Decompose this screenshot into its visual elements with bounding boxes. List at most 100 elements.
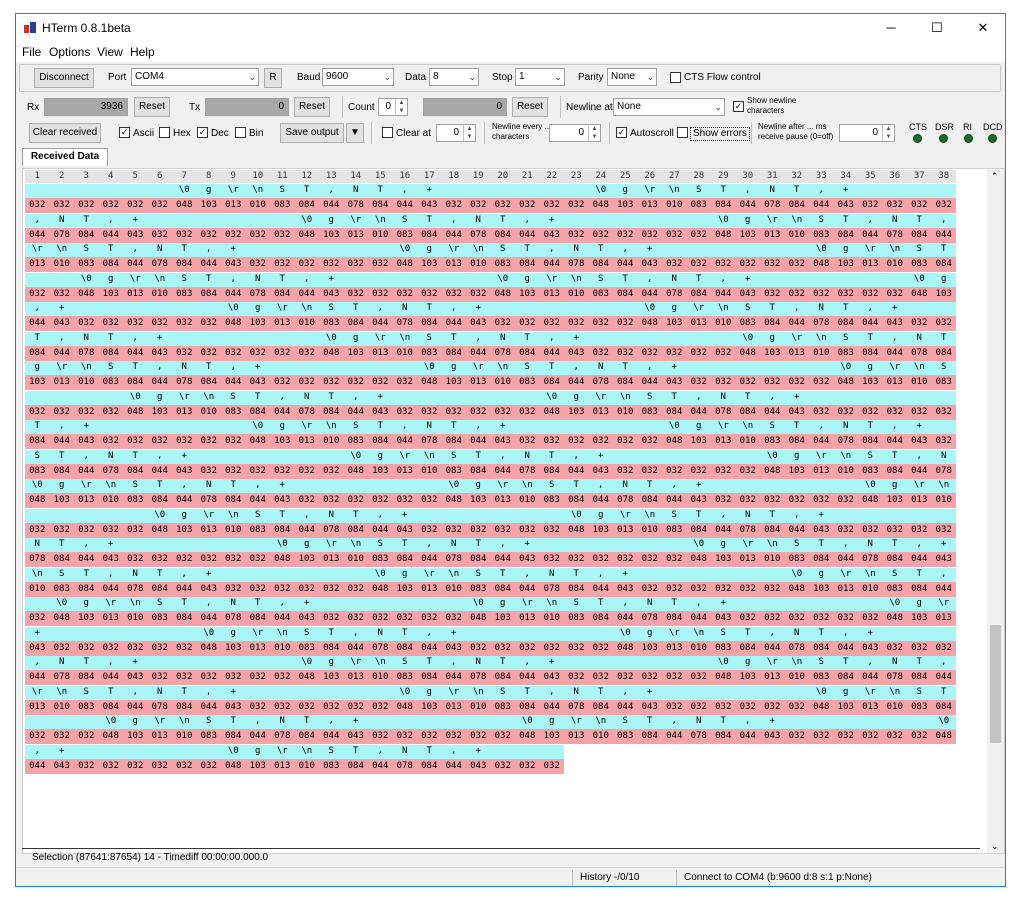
dec-cell: 103 — [470, 495, 487, 505]
dcd-signal-label: DCD — [983, 122, 1003, 132]
dec-cell: 032 — [935, 436, 952, 446]
dec-cell: 084 — [519, 259, 536, 269]
ascii-cell: T — [500, 214, 506, 225]
dec-cell: 013 — [568, 731, 585, 741]
newline-every-spinner[interactable]: 0 ▲ ▼ — [549, 124, 601, 142]
ascii-cell: \0 — [815, 244, 827, 254]
separator — [560, 96, 561, 118]
ascii-cell: S — [377, 539, 383, 549]
autoscroll-checkbox[interactable]: ✓ — [616, 127, 627, 138]
cts-flow-checkbox[interactable] — [670, 72, 681, 83]
scrollbar-thumb[interactable] — [990, 625, 1001, 743]
received-data-view[interactable]: 1 2 3 4 5 6 7 8 9 10 11 12 13 14 15 16 17 18 19 20 21 22 23 24 2… — [22, 168, 1005, 854]
dec-cell: 032 — [372, 259, 389, 269]
save-output-dropdown-icon[interactable]: ▼ — [346, 123, 364, 143]
data-bits-select[interactable]: 8 ⌄ — [429, 68, 479, 86]
ascii-cell: T — [549, 362, 555, 372]
ascii-cell — [760, 597, 785, 610]
ascii-cell — [613, 420, 638, 433]
dec-cell: 103 — [715, 554, 732, 564]
stop-bits-select[interactable]: 1 ⌄ — [515, 68, 565, 86]
menu-help[interactable]: Help — [130, 45, 155, 59]
ascii-cell — [613, 656, 638, 669]
dec-cell: 032 — [543, 524, 560, 535]
dec-cell: 078 — [29, 554, 46, 564]
dec-cell: 032 — [323, 259, 340, 269]
dec-cell: 044 — [617, 701, 634, 712]
ascii-cell: \0 — [399, 686, 411, 697]
dec-cell: 083 — [568, 613, 585, 623]
ascii-cell — [858, 273, 883, 286]
hex-checkbox[interactable] — [159, 127, 170, 138]
dec-cell: 103 — [543, 731, 560, 741]
scroll-down-icon[interactable]: ⌄ — [991, 841, 999, 852]
dec-cell: 013 — [886, 377, 903, 387]
ascii-cell: g — [573, 391, 579, 402]
show-newline-checkbox[interactable]: ✓ — [733, 101, 744, 112]
ascii-cell — [491, 302, 516, 315]
ascii-cell: S — [83, 686, 89, 697]
clear-at-spinner[interactable]: 0 ▲ ▼ — [436, 124, 476, 142]
clear-received-button[interactable]: Clear received — [29, 123, 101, 143]
parity-select[interactable]: None ⌄ — [607, 68, 657, 86]
dec-cell: 044 — [470, 347, 487, 358]
dec-cell: 032 — [200, 672, 217, 682]
dec-cell: 044 — [739, 200, 756, 210]
newline-after-spinner[interactable]: 0 ▲ ▼ — [839, 124, 895, 142]
ascii-cell: S — [34, 450, 40, 461]
dec-cell: 032 — [396, 731, 413, 741]
chevron-down-icon: ⌄ — [714, 102, 722, 112]
dec-cell: 103 — [298, 554, 315, 564]
dec-cell: 032 — [666, 701, 683, 712]
ascii-cell: , — [867, 214, 873, 225]
count-reset-button[interactable]: Reset — [512, 97, 548, 117]
ascii-cell — [932, 391, 957, 404]
dec-cell: 032 — [715, 495, 732, 505]
menu-view[interactable]: View — [97, 45, 123, 59]
dec-cell: 010 — [617, 406, 634, 417]
ascii-cell — [295, 243, 320, 256]
dec-cell: 043 — [53, 318, 70, 328]
ascii-cell: \r — [301, 421, 313, 431]
ascii-cell: N — [696, 716, 702, 726]
ascii-cell: T — [328, 391, 334, 402]
show-errors-checkbox[interactable] — [677, 127, 688, 138]
scroll-up-icon[interactable]: ⌃ — [991, 171, 999, 182]
maximize-icon[interactable]: ☐ — [914, 14, 960, 42]
ascii-cell — [270, 214, 295, 227]
newline-at-select[interactable]: None ⌄ — [613, 98, 725, 116]
menu-file[interactable]: File — [22, 45, 41, 59]
ascii-checkbox[interactable]: ✓ — [119, 127, 130, 138]
dec-cell: 103 — [421, 701, 438, 712]
ascii-cell: , — [230, 362, 236, 372]
ascii-cell: \r — [497, 480, 509, 490]
tab-received-data[interactable]: Received Data — [22, 148, 108, 166]
disconnect-button[interactable]: Disconnect — [34, 68, 94, 88]
rx-reset-button[interactable]: Reset — [134, 97, 170, 117]
dec-cell: 013 — [543, 288, 560, 299]
dcd-led-icon — [988, 134, 997, 143]
refresh-ports-button[interactable]: R — [264, 68, 282, 88]
port-select[interactable]: COM4 ⌄ — [131, 68, 259, 86]
clear-at-checkbox[interactable] — [382, 127, 393, 138]
newline-after-value: 0 — [872, 127, 878, 138]
dec-cell: 084 — [421, 672, 438, 682]
ascii-cell: T — [916, 568, 922, 579]
ascii-cell: , — [451, 303, 457, 313]
bin-checkbox[interactable] — [235, 127, 246, 138]
dec-checkbox[interactable]: ✓ — [197, 127, 208, 138]
close-icon[interactable]: ✕ — [960, 14, 1006, 42]
minimize-icon[interactable]: ─ — [868, 14, 914, 42]
menu-options[interactable]: Options — [49, 45, 90, 59]
save-output-button[interactable]: Save output — [280, 123, 344, 143]
dec-cell: 010 — [935, 495, 952, 505]
ascii-cell: \r — [399, 450, 411, 461]
baud-select[interactable]: 9600 ⌄ — [322, 68, 394, 86]
vertical-scrollbar[interactable]: ⌃ ⌄ — [987, 169, 1004, 853]
tx-reset-button[interactable]: Reset — [294, 97, 330, 117]
dec-cell: 032 — [641, 672, 658, 682]
ascii-cell — [907, 391, 932, 404]
ascii-cell: \0 — [448, 480, 460, 490]
count-spinner[interactable]: 0 ▲ ▼ — [378, 98, 408, 116]
dec-cell: 043 — [127, 672, 144, 682]
